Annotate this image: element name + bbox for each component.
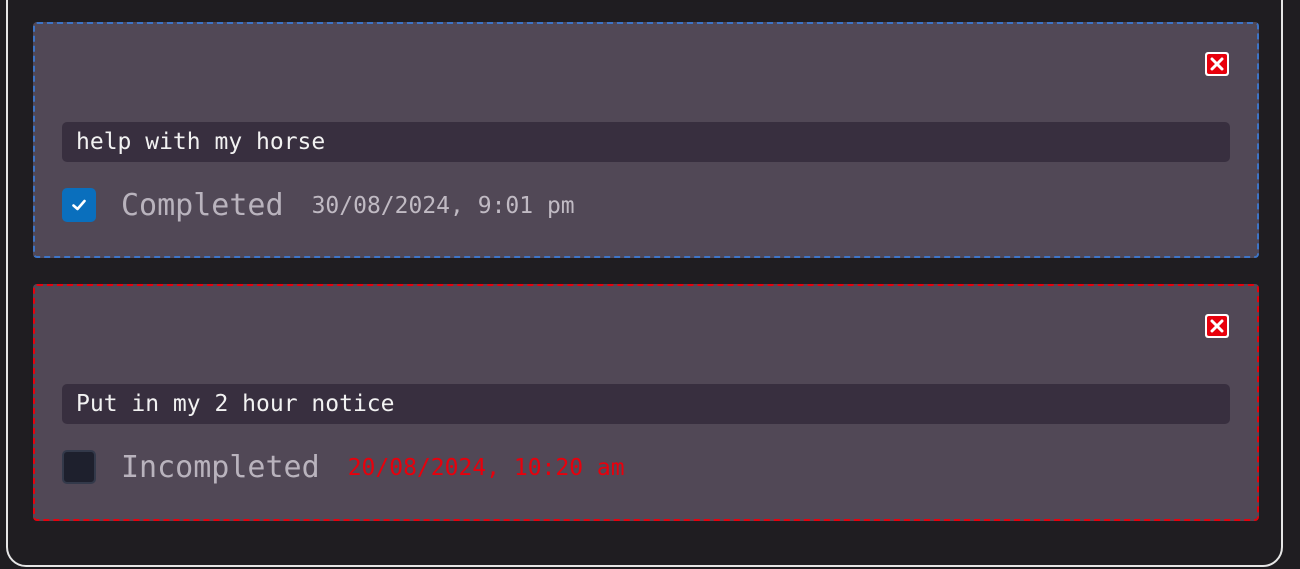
delete-todo-button[interactable] bbox=[1205, 314, 1229, 338]
todo-status-row: Completed 30/08/2024, 9:01 pm bbox=[62, 187, 575, 223]
close-icon bbox=[1207, 316, 1227, 336]
close-icon bbox=[1207, 54, 1227, 74]
todo-checkbox[interactable] bbox=[62, 188, 96, 222]
todo-text[interactable]: help with my horse bbox=[62, 122, 1230, 162]
todo-timestamp: 20/08/2024, 10:20 am bbox=[347, 455, 625, 481]
todo-timestamp: 30/08/2024, 9:01 pm bbox=[311, 193, 575, 219]
todo-text[interactable]: Put in my 2 hour notice bbox=[62, 384, 1230, 424]
checkmark-icon bbox=[72, 199, 86, 211]
status-label: Completed bbox=[121, 187, 284, 223]
todo-checkbox[interactable] bbox=[62, 450, 96, 484]
todo-card: Put in my 2 hour notice Incompleted 20/0… bbox=[33, 284, 1259, 521]
delete-todo-button[interactable] bbox=[1205, 52, 1229, 76]
status-label: Incompleted bbox=[121, 449, 320, 485]
todo-status-row: Incompleted 20/08/2024, 10:20 am bbox=[62, 449, 625, 485]
todo-card: help with my horse Completed 30/08/2024,… bbox=[33, 22, 1259, 258]
